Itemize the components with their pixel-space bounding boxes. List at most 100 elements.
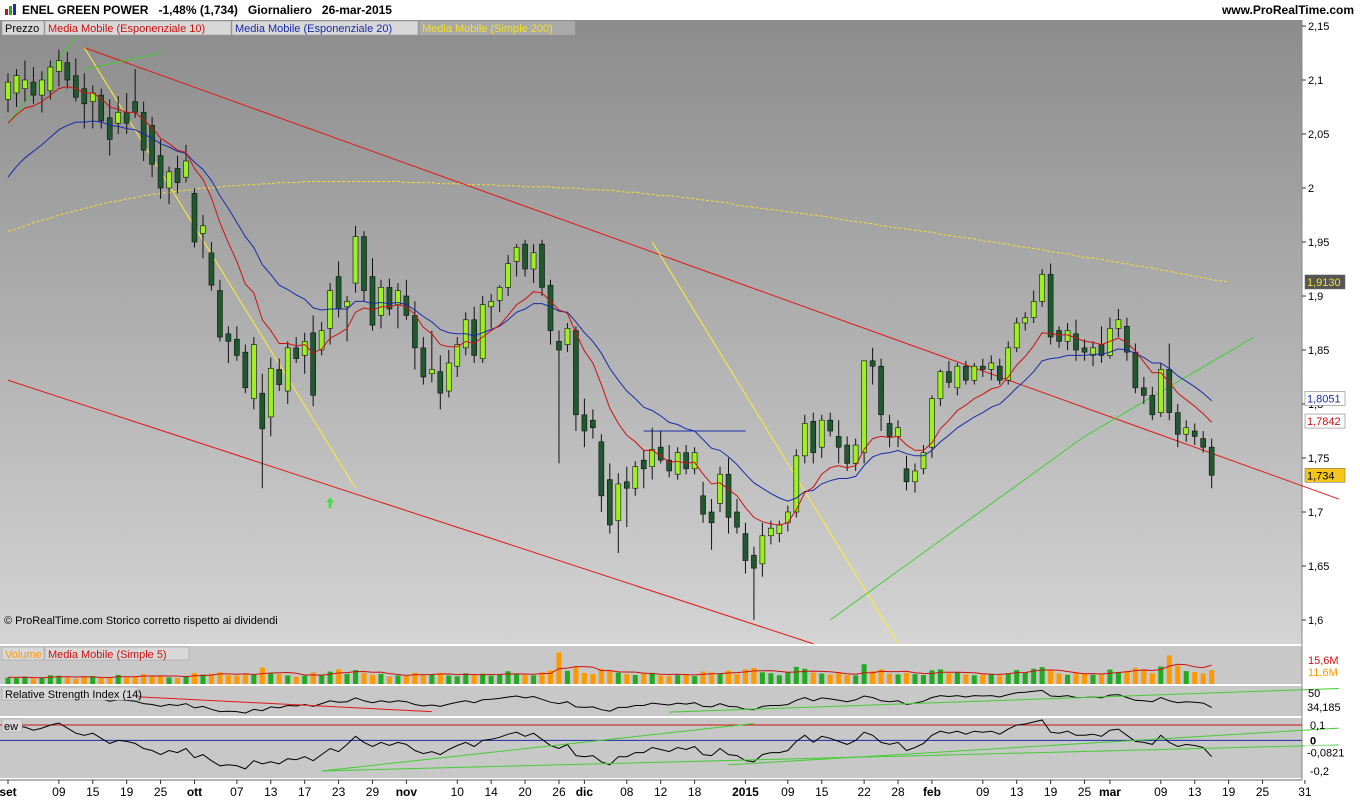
- volume-bar: [259, 667, 265, 684]
- volume-bar: [887, 673, 893, 684]
- volume-bar: [954, 672, 960, 684]
- volume-value-label: 15,6M: [1308, 655, 1339, 667]
- candle-body: [1132, 351, 1139, 389]
- volume-bar: [64, 677, 70, 684]
- volume-bar: [836, 673, 842, 684]
- candle-body: [513, 247, 520, 262]
- candle-body: [259, 392, 266, 430]
- volume-bar: [776, 675, 782, 684]
- volume-bar: [225, 675, 231, 684]
- y-tick-label: 2,15: [1308, 21, 1329, 33]
- volume-bar: [1065, 674, 1071, 684]
- candle-body: [971, 365, 978, 381]
- volume-bar: [971, 675, 977, 684]
- candle-body: [445, 362, 452, 392]
- legend-item-label: Volume: [5, 649, 42, 661]
- volume-bar: [132, 676, 138, 684]
- volume-bar: [759, 672, 765, 684]
- candle-body: [234, 338, 240, 356]
- volume-bar: [395, 675, 401, 684]
- candle-body: [742, 533, 749, 561]
- candle-body: [979, 365, 986, 370]
- volume-bar: [700, 671, 706, 684]
- candle-body: [1149, 395, 1156, 416]
- candle-body: [420, 347, 427, 378]
- volume-bar: [717, 673, 723, 684]
- volume-bar: [844, 675, 850, 684]
- chart-window: ENEL GREEN POWER -1,48% (1,734) Giornali…: [0, 0, 1360, 800]
- x-tick-label: 15: [86, 785, 100, 799]
- candle-body: [310, 332, 316, 396]
- candle-body: [496, 287, 503, 301]
- candle-body: [191, 193, 198, 243]
- volume-bar: [666, 675, 672, 684]
- candle-body: [1073, 333, 1079, 351]
- candle-body: [149, 125, 155, 165]
- candle-body: [607, 479, 613, 526]
- candle-body: [640, 459, 647, 470]
- volume-bar: [369, 674, 375, 684]
- volume-bar: [988, 673, 994, 684]
- candle-body: [691, 452, 698, 470]
- candle-body: [615, 483, 622, 521]
- candle-body: [946, 371, 952, 383]
- candle-body: [225, 333, 232, 342]
- volume-bar: [242, 674, 248, 684]
- volume-bar: [514, 674, 520, 684]
- site-link[interactable]: www.ProRealTime.com: [1222, 3, 1354, 17]
- x-tick-label: 19: [1222, 785, 1236, 799]
- candle-body: [835, 436, 842, 448]
- volume-bar: [1183, 671, 1189, 684]
- volume-bar: [675, 675, 681, 684]
- volume-bar: [861, 664, 867, 684]
- volume-bar: [581, 672, 587, 684]
- y-tick-label: 1,95: [1308, 237, 1329, 249]
- volume-bar: [166, 677, 172, 684]
- candle-body: [1141, 387, 1147, 396]
- volume-bar: [251, 674, 257, 684]
- ew-tick-label: 0: [1310, 735, 1316, 747]
- legend-item-label: Media Mobile (Esponenziale 10): [48, 23, 205, 35]
- candle-body: [1183, 427, 1190, 435]
- x-tick-label: 28: [891, 785, 905, 799]
- volume-bar: [488, 675, 494, 684]
- candle-body: [1005, 347, 1012, 381]
- candle-body: [963, 365, 969, 381]
- candle-body: [1191, 430, 1198, 437]
- volume-bar: [437, 672, 443, 684]
- rsi-tick-label: 50: [1308, 688, 1320, 700]
- candle-body: [954, 365, 961, 389]
- chart-canvas[interactable]: 2,152,12,0521,951,91,851,81,751,71,651,6…: [0, 20, 1360, 800]
- candle-body: [657, 446, 664, 461]
- y-tick-label: 1,65: [1308, 561, 1329, 573]
- candle-body: [115, 112, 121, 124]
- candle-body: [861, 360, 867, 453]
- volume-bar: [446, 675, 452, 684]
- candle-body: [801, 423, 808, 457]
- candle-body: [301, 341, 308, 356]
- volume-bar: [13, 678, 19, 684]
- ew-legend-label: ew: [4, 721, 18, 733]
- candle-body: [776, 524, 783, 534]
- legend-item-label: Media Mobile (Esponenziale 20): [235, 23, 392, 35]
- candle-body: [344, 301, 350, 308]
- candle-body: [581, 414, 588, 432]
- volume-bar: [505, 671, 511, 684]
- candle-body: [810, 420, 817, 453]
- volume-bar: [429, 674, 435, 684]
- y-tick-label: 1,75: [1308, 453, 1329, 465]
- legend-item-label: Media Mobile (Simple 5): [48, 649, 167, 661]
- candle-body: [369, 276, 376, 326]
- volume-bar: [107, 678, 113, 684]
- x-tick-label: 08: [620, 785, 634, 799]
- volume-bar: [73, 678, 79, 684]
- title-bar: ENEL GREEN POWER -1,48% (1,734) Giornali…: [0, 0, 1360, 21]
- candle-body: [632, 466, 639, 489]
- volume-bar: [920, 675, 926, 684]
- volume-bar: [302, 675, 308, 684]
- candle-body: [700, 495, 706, 515]
- price-tag-label: 1,7842: [1307, 416, 1341, 428]
- candle-body: [73, 75, 79, 98]
- period-label: Giornaliero: [247, 3, 312, 17]
- candle-body: [844, 444, 850, 464]
